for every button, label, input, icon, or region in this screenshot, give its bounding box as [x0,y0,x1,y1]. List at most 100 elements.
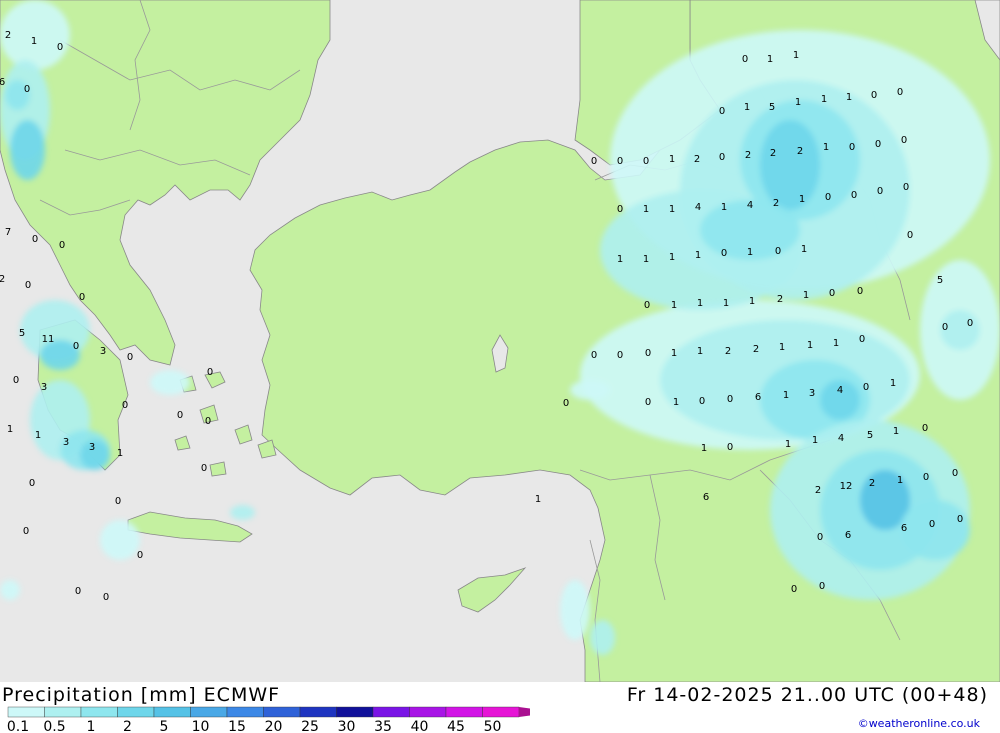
legend-swatch [44,706,82,718]
precip-value-label: 0 [903,182,909,193]
precip-value-label: 11 [42,334,55,345]
precip-value-label: 0 [942,322,948,333]
precip-value-label: 2 [745,150,751,161]
legend-swatch [80,706,118,718]
precip-value-label: 0 [727,442,733,453]
precip-value-label: 0 [177,410,183,421]
precip-value-label: 0 [115,496,121,507]
precip-value-label: 1 [795,97,801,108]
legend-tick-label: 20 [265,719,283,733]
precip-area [590,620,615,655]
legend-tick-label: 2 [123,719,132,733]
precip-value-label: 1 [617,254,623,265]
precip-value-label: 6 [0,77,5,88]
precip-value-label: 0 [829,288,835,299]
precip-value-label: 2 [770,148,776,159]
precip-value-label: 4 [838,433,844,444]
precip-value-label: 0 [719,152,725,163]
legend-swatch [336,706,374,718]
precip-value-label: 0 [645,397,651,408]
precip-value-label: 0 [57,42,63,53]
map-footer: Precipitation [mm] ECMWF Fr 14-02-2025 2… [0,682,1000,733]
precip-area [100,520,140,560]
precip-value-label: 1 [695,250,701,261]
precip-value-label: 5 [769,102,775,113]
precip-value-label: 0 [923,472,929,483]
precip-value-label: 5 [867,430,873,441]
precip-value-label: 2 [694,154,700,165]
legend-arrow [519,707,530,717]
precip-value-label: 6 [901,523,907,534]
precip-value-label: 0 [721,248,727,259]
precip-value-label: 0 [719,106,725,117]
legend-swatch [299,706,337,718]
valid-time: Fr 14-02-2025 21..00 UTC (00+48) [626,684,988,706]
legend-swatch [117,706,155,718]
precip-value-label: 3 [809,388,815,399]
precip-value-label: 0 [23,526,29,537]
legend-swatch [226,706,264,718]
precip-value-label: 1 [747,247,753,258]
precip-value-label: 0 [871,90,877,101]
precip-value-label: 2 [777,294,783,305]
precip-value-label: 0 [617,350,623,361]
precip-value-label: 0 [775,246,781,257]
precip-area [900,500,970,560]
precip-value-label: 7 [5,227,11,238]
legend-tick-label: 1 [87,719,96,733]
precipitation-map: 210607002005110 300300113 310000000000 1 10 1… [0,0,1000,682]
precip-area [560,580,590,640]
precip-value-label: 0 [863,382,869,393]
precip-value-label: 0 [32,234,38,245]
precip-value-label: 1 [807,340,813,351]
precip-value-label: 1 [7,424,13,435]
precip-value-label: 1 [669,154,675,165]
precip-value-label: 1 [783,390,789,401]
precip-area [230,505,255,520]
precip-value-label: 0 [901,135,907,146]
precip-value-label: 1 [117,448,123,459]
precip-value-label: 0 [79,292,85,303]
precip-value-label: 1 [701,443,707,454]
precip-value-label: 1 [697,346,703,357]
legend-swatch [372,706,410,718]
precip-value-label: 1 [801,244,807,255]
precip-value-label: 0 [742,54,748,65]
precip-value-label: 6 [755,392,761,403]
precip-value-label: 1 [535,494,541,505]
precip-value-label: 1 [671,300,677,311]
precip-value-label: 6 [703,492,709,503]
precip-value-label: 1 [31,36,37,47]
precip-value-label: 0 [13,375,19,386]
legend-swatch [409,706,447,718]
legend-tick-label: 35 [374,719,392,733]
precip-value-label: 0 [103,592,109,603]
precip-value-label: 0 [819,581,825,592]
precip-value-label: 3 [89,442,95,453]
precip-value-label: 1 [669,204,675,215]
legend-tick-label: 50 [484,719,502,733]
legend-swatch [482,706,520,718]
precip-value-label: 0 [645,348,651,359]
precip-value-label: 1 [721,202,727,213]
precip-value-label: 1 [846,92,852,103]
precip-value-label: 0 [699,396,705,407]
precip-value-label: 1 [799,194,805,205]
precip-value-label: 1 [749,296,755,307]
precip-value-label: 1 [893,426,899,437]
precip-value-label: 0 [952,468,958,479]
precip-value-label: 2 [725,346,731,357]
precip-value-label: 2 [753,344,759,355]
precip-value-label: 0 [791,584,797,595]
legend-swatch [153,706,191,718]
precip-value-label: 0 [967,318,973,329]
precip-value-label: 0 [127,352,133,363]
legend-swatch [7,706,45,718]
precip-value-label: 1 [669,252,675,263]
precip-value-label: 1 [803,290,809,301]
precip-value-label: 0 [877,186,883,197]
precip-value-label: 0 [825,192,831,203]
precip-value-label: 1 [744,102,750,113]
precip-value-label: 0 [875,139,881,150]
credit-link[interactable]: ©weatheronline.co.uk [858,717,980,730]
